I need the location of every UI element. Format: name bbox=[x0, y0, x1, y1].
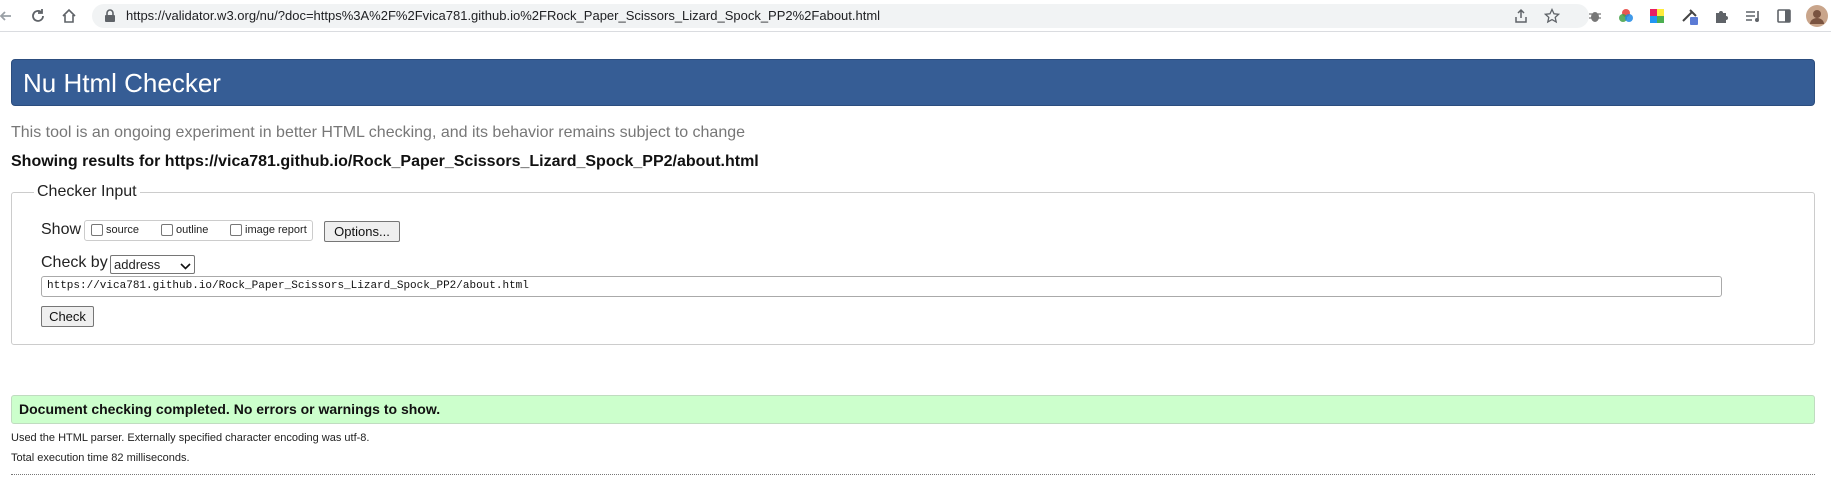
execution-time: Total execution time 82 milliseconds. bbox=[11, 452, 190, 464]
divider bbox=[11, 474, 1815, 475]
options-button[interactable]: Options... bbox=[324, 221, 400, 242]
outline-checkbox[interactable] bbox=[161, 224, 173, 236]
url-text[interactable]: https://validator.w3.org/nu/?doc=https%3… bbox=[126, 8, 880, 23]
address-bar[interactable]: https://validator.w3.org/nu/?doc=https%3… bbox=[92, 4, 1589, 28]
source-label: source bbox=[106, 224, 140, 236]
success-message: Document checking completed. No errors o… bbox=[11, 395, 1815, 424]
home-icon[interactable] bbox=[59, 6, 79, 26]
bug-extension-icon[interactable] bbox=[1586, 7, 1604, 25]
share-icon[interactable] bbox=[1512, 7, 1530, 25]
check-by-select[interactable]: address bbox=[110, 255, 195, 274]
image-report-checkbox[interactable] bbox=[230, 224, 242, 236]
puzzle-extensions-icon[interactable] bbox=[1713, 7, 1731, 25]
color-wheel-extension-icon[interactable] bbox=[1617, 7, 1635, 25]
lock-icon[interactable] bbox=[104, 9, 116, 28]
show-options-group: source outline image report bbox=[84, 220, 313, 241]
browser-toolbar: https://validator.w3.org/nu/?doc=https%3… bbox=[0, 0, 1831, 32]
show-label: Show bbox=[41, 221, 82, 238]
star-icon[interactable] bbox=[1543, 7, 1561, 25]
checker-input-fieldset: Checker Input bbox=[11, 183, 1815, 345]
parser-note: Used the HTML parser. Externally specifi… bbox=[11, 432, 370, 444]
check-button[interactable]: Check bbox=[41, 306, 94, 327]
palette-extension-icon[interactable] bbox=[1648, 7, 1666, 25]
page-header: Nu Html Checker bbox=[11, 59, 1815, 106]
back-icon[interactable] bbox=[0, 6, 16, 26]
url-input[interactable]: https://vica781.github.io/Rock_Paper_Sci… bbox=[41, 276, 1722, 297]
outline-label: outline bbox=[176, 224, 209, 236]
checker-input-legend: Checker Input bbox=[37, 183, 137, 200]
image-report-label: image report bbox=[245, 224, 307, 236]
eyedropper-extension-icon[interactable] bbox=[1681, 7, 1699, 25]
showing-results-heading: Showing results for https://vica781.gith… bbox=[11, 153, 759, 170]
outline-option[interactable]: outline bbox=[161, 224, 208, 236]
profile-avatar[interactable] bbox=[1806, 5, 1828, 27]
source-checkbox[interactable] bbox=[91, 224, 103, 236]
check-by-value: address bbox=[114, 257, 161, 272]
reading-list-icon[interactable] bbox=[1744, 7, 1762, 25]
image-report-option[interactable]: image report bbox=[230, 224, 307, 236]
check-by-label: Check by bbox=[41, 254, 108, 271]
page-title: Nu Html Checker bbox=[23, 68, 221, 98]
source-option[interactable]: source bbox=[91, 224, 139, 236]
experiment-note: This tool is an ongoing experiment in be… bbox=[11, 124, 746, 141]
reload-icon[interactable] bbox=[28, 6, 48, 26]
side-panel-icon[interactable] bbox=[1775, 7, 1793, 25]
chevron-down-icon bbox=[180, 259, 191, 276]
